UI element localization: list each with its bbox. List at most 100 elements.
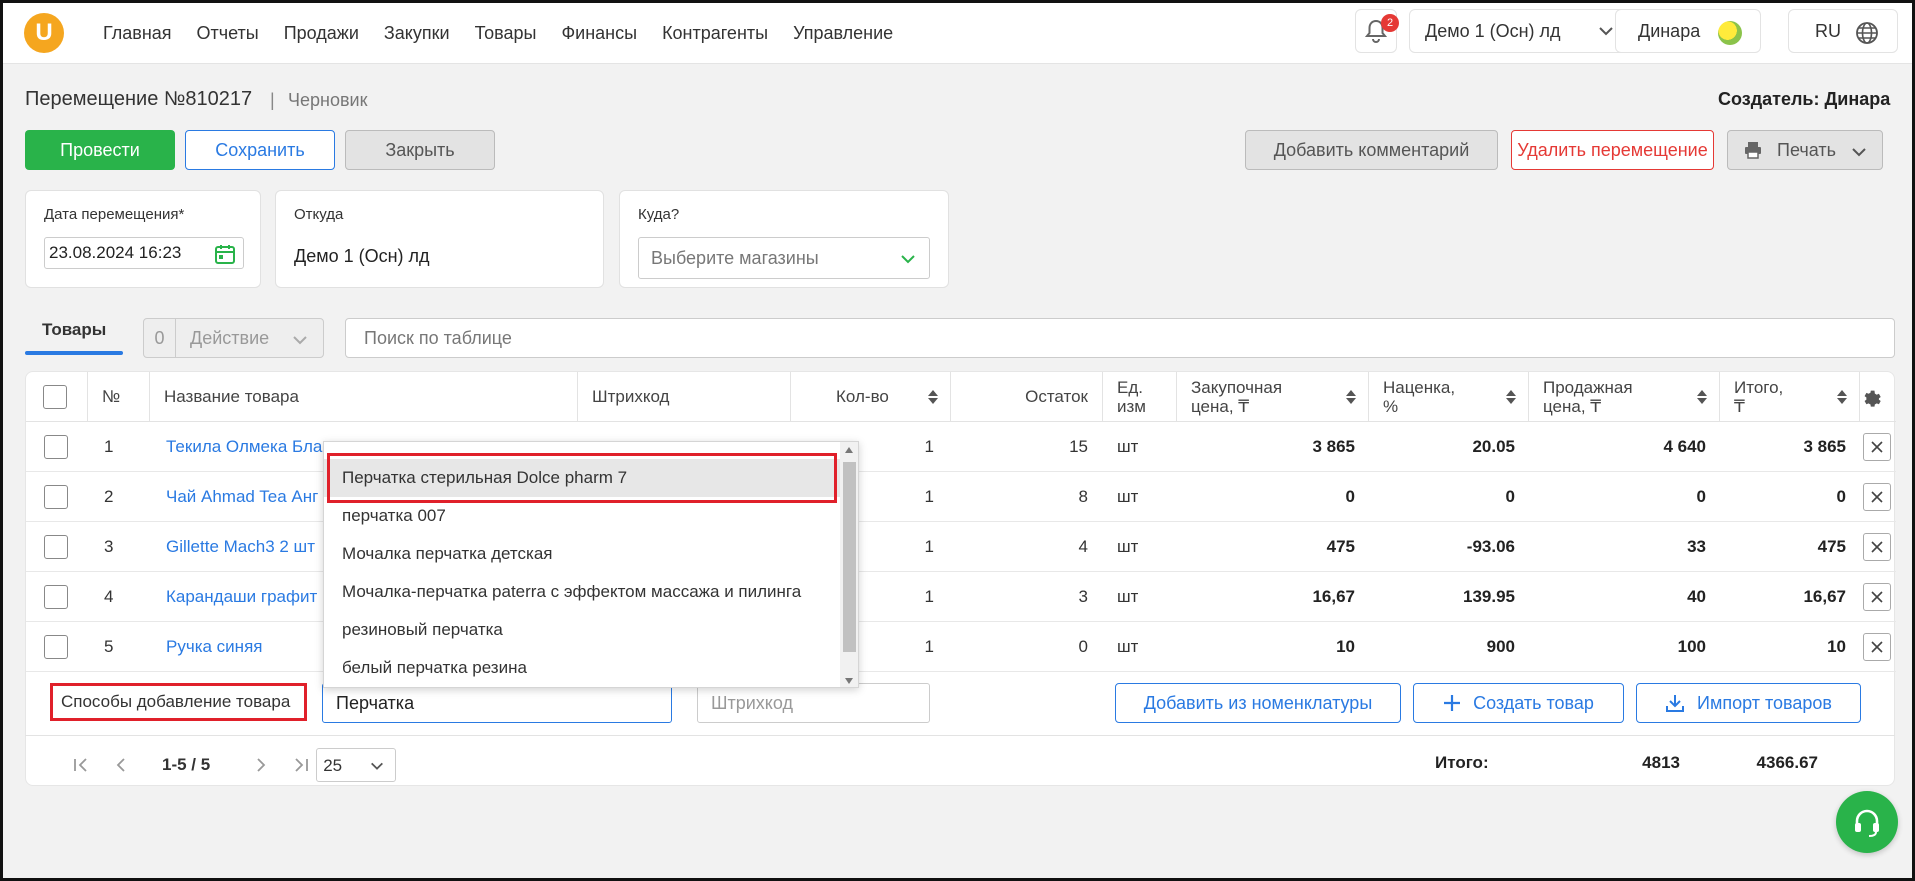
- suggestion-item[interactable]: Перчатка стерильная Dolce pharm 7: [324, 459, 840, 497]
- row-checkbox[interactable]: [44, 485, 68, 509]
- menu-item-goods[interactable]: Товары: [475, 23, 537, 44]
- row-checkbox[interactable]: [44, 435, 68, 459]
- col-purchase-line1: Закупочная: [1191, 378, 1283, 397]
- notifications-button[interactable]: 2: [1355, 9, 1399, 53]
- app-logo[interactable]: U: [24, 13, 64, 53]
- col-unit-line1: Ед.: [1117, 378, 1143, 397]
- unit-value: шт: [1117, 537, 1139, 556]
- first-page-button[interactable]: [70, 754, 92, 776]
- store-selector[interactable]: Демо 1 (Осн) лд: [1409, 9, 1628, 53]
- scrollbar-thumb[interactable]: [843, 462, 856, 652]
- remove-row-button[interactable]: [1863, 533, 1891, 561]
- stock-value: 8: [1078, 487, 1088, 506]
- col-sale-price[interactable]: Продажная цена, ₸: [1529, 372, 1720, 422]
- col-qty[interactable]: Кол-во: [791, 372, 951, 422]
- add-from-catalog-button[interactable]: Добавить из номенклатуры: [1115, 683, 1401, 723]
- scroll-up-icon[interactable]: [844, 446, 854, 454]
- post-button[interactable]: Провести: [25, 130, 175, 170]
- markup-value: -93.06: [1466, 537, 1515, 556]
- col-barcode: Штрихкод: [578, 372, 791, 422]
- col-num: №: [88, 372, 150, 422]
- calendar-icon[interactable]: [213, 242, 237, 266]
- col-purchase-price[interactable]: Закупочная цена, ₸: [1177, 372, 1369, 422]
- suggestion-item[interactable]: Мочалка-перчатка paterra с эффектом масс…: [324, 573, 840, 611]
- menu-item-purchases[interactable]: Закупки: [384, 23, 450, 44]
- suggestion-item[interactable]: резиновый перчатка: [324, 611, 840, 649]
- support-chat-button[interactable]: [1836, 791, 1898, 853]
- tab-goods[interactable]: Товары: [42, 320, 106, 340]
- col-total[interactable]: Итого, ₸: [1720, 372, 1860, 422]
- remove-row-button[interactable]: [1863, 583, 1891, 611]
- menu-item-reports[interactable]: Отчеты: [197, 23, 259, 44]
- last-page-button[interactable]: [290, 754, 312, 776]
- grand-total-sum: 4366.67: [1756, 753, 1818, 772]
- status-text: Черновик: [288, 90, 368, 110]
- remove-row-button[interactable]: [1863, 633, 1891, 661]
- purchase-price-value: 3 865: [1312, 437, 1355, 456]
- menu-item-finance[interactable]: Финансы: [561, 23, 637, 44]
- prev-page-button[interactable]: [110, 754, 132, 776]
- sort-icon: [1837, 390, 1847, 404]
- col-settings[interactable]: [1860, 372, 1896, 422]
- col-unit-line2: изм: [1117, 397, 1146, 416]
- dropdown-scrollbar[interactable]: [840, 442, 858, 687]
- row-checkbox[interactable]: [44, 535, 68, 559]
- date-field[interactable]: 23.08.2024 16:23: [44, 237, 244, 269]
- table-row: 5 Ручка синяя 1 0 шт 10 900 100 10: [26, 622, 1896, 672]
- print-button[interactable]: Печать: [1727, 130, 1883, 170]
- remove-row-button[interactable]: [1863, 483, 1891, 511]
- next-page-button[interactable]: [250, 754, 272, 776]
- row-checkbox-cell: [44, 422, 68, 472]
- row-checkbox-cell: [44, 622, 68, 672]
- delete-transfer-button[interactable]: Удалить перемещение: [1511, 130, 1714, 170]
- menu-item-management[interactable]: Управление: [793, 23, 893, 44]
- select-all-checkbox[interactable]: [43, 385, 67, 409]
- remove-cell: [1863, 522, 1891, 572]
- remove-cell: [1863, 422, 1891, 472]
- close-icon: [1871, 491, 1883, 503]
- stock-value: 0: [1078, 637, 1088, 656]
- gear-icon[interactable]: [1860, 386, 1882, 408]
- to-store-select[interactable]: Выберите магазины: [638, 237, 930, 279]
- menu-item-sales[interactable]: Продажи: [284, 23, 359, 44]
- scroll-down-icon[interactable]: [844, 677, 854, 685]
- suggestion-item[interactable]: перчатка 007: [324, 497, 840, 535]
- title-separator: |: [270, 90, 275, 110]
- col-markup[interactable]: Наценка,%: [1369, 372, 1529, 422]
- remove-cell: [1863, 622, 1891, 672]
- add-methods-button[interactable]: Способы добавление товара: [50, 683, 307, 721]
- suggestion-item[interactable]: Мочалка перчатка детская: [324, 535, 840, 573]
- chevron-down-icon: [901, 255, 915, 264]
- unit-value: шт: [1117, 637, 1139, 656]
- user-menu[interactable]: Динара: [1615, 9, 1761, 53]
- last-page-icon: [295, 758, 309, 772]
- product-search-input[interactable]: Перчатка: [322, 683, 672, 723]
- col-sale-line1: Продажная: [1543, 378, 1633, 397]
- table-search-input[interactable]: Поиск по таблице: [345, 318, 1895, 358]
- store-selector-label: Демо 1 (Осн) лд: [1425, 20, 1561, 41]
- bulk-action-select[interactable]: 0 Действие: [143, 318, 324, 358]
- suggestion-item[interactable]: белый перчатка резина: [324, 649, 840, 687]
- barcode-input[interactable]: Штрихкод: [697, 683, 930, 723]
- table-search-placeholder: Поиск по таблице: [364, 328, 512, 348]
- add-comment-button[interactable]: Добавить комментарий: [1245, 130, 1498, 170]
- menu-item-home[interactable]: Главная: [103, 23, 172, 44]
- row-checkbox[interactable]: [44, 585, 68, 609]
- row-checkbox[interactable]: [44, 635, 68, 659]
- menu-item-counterparties[interactable]: Контрагенты: [662, 23, 768, 44]
- to-store-placeholder: Выберите магазины: [651, 248, 819, 268]
- close-button[interactable]: Закрыть: [345, 130, 495, 170]
- remove-row-button[interactable]: [1863, 433, 1891, 461]
- markup-value: 900: [1486, 637, 1515, 656]
- language-selector[interactable]: RU: [1788, 9, 1898, 53]
- import-products-button[interactable]: Импорт товаров: [1636, 683, 1861, 723]
- create-product-button[interactable]: Создать товар: [1413, 683, 1624, 723]
- sort-icon: [928, 390, 938, 404]
- save-button[interactable]: Сохранить: [185, 130, 335, 170]
- chevron-right-icon: [257, 758, 266, 772]
- chevron-left-icon: [116, 758, 125, 772]
- page-range: 1-5 / 5: [162, 755, 211, 774]
- page-size-select[interactable]: 25: [316, 748, 397, 782]
- close-icon: [1871, 441, 1883, 453]
- col-purchase-line2: цена, ₸: [1191, 397, 1250, 416]
